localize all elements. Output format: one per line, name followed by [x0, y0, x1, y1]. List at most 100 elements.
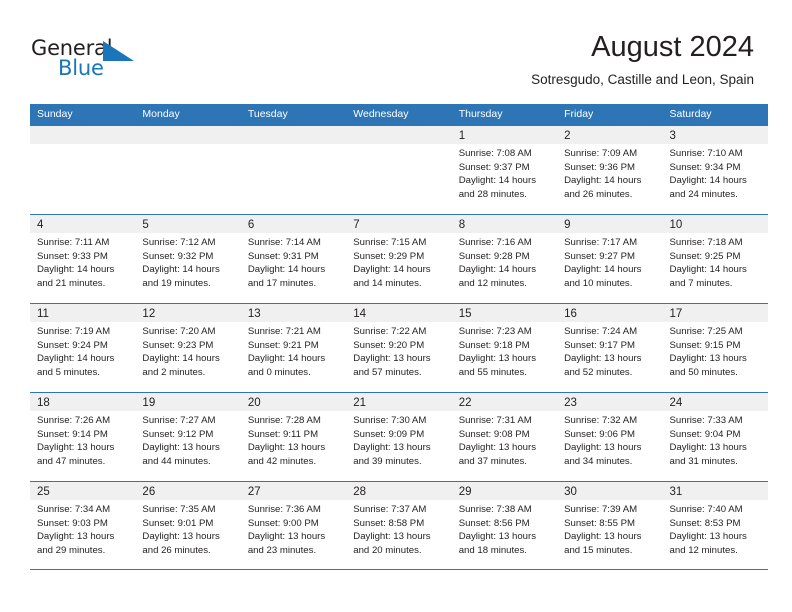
day-detail-line: and 52 minutes.	[564, 366, 633, 378]
day-detail-line: and 31 minutes.	[669, 455, 738, 467]
calendar-day-cell[interactable]: 13 Sunrise: 7:21 AM Sunset: 9:21 PM Dayligh…	[240, 304, 347, 392]
day-number-band	[346, 126, 452, 144]
calendar-day-cell[interactable]: 20 Sunrise: 7:28 AM Sunset: 9:11 PM Dayligh…	[240, 393, 347, 481]
calendar-day-cell[interactable]: 7 Sunrise: 7:15 AM Sunset: 9:29 PM Daylight…	[346, 215, 452, 303]
calendar-day-cell[interactable]: 8 Sunrise: 7:16 AM Sunset: 9:28 PM Daylight…	[451, 215, 558, 303]
calendar-day-cell[interactable]: 9 Sunrise: 7:17 AM Sunset: 9:27 PM Daylight…	[557, 215, 663, 303]
day-detail-line: Sunrise: 7:36 AM	[247, 504, 321, 515]
day-detail-line: Daylight: 14 hours	[142, 264, 220, 276]
calendar-day-cell[interactable]: 2 Sunrise: 7:09 AM Sunset: 9:36 PM Daylight…	[557, 126, 663, 214]
day-number: 11	[37, 308, 49, 320]
day-detail-line: Sunset: 9:36 PM	[564, 161, 636, 173]
day-detail-line: Daylight: 13 hours	[353, 531, 431, 543]
calendar-day-cell[interactable]: 24 Sunrise: 7:33 AM Sunset: 9:04 PM Dayligh…	[662, 393, 768, 481]
calendar-day-cell[interactable]: 23 Sunrise: 7:32 AM Sunset: 9:06 PM Dayligh…	[557, 393, 663, 481]
day-number-band: 27	[240, 482, 347, 500]
day-detail-line: Sunrise: 7:12 AM	[142, 237, 216, 248]
day-details: Sunrise: 7:20 AM Sunset: 9:23 PM Daylight:…	[135, 322, 240, 379]
day-details	[346, 144, 451, 147]
calendar-day-cell[interactable]: 29 Sunrise: 7:38 AM Sunset: 8:56 PM Dayligh…	[451, 482, 558, 569]
day-detail-line: Sunset: 9:33 PM	[37, 250, 108, 262]
calendar-day-cell[interactable]: 17 Sunrise: 7:25 AM Sunset: 9:15 PM Dayligh…	[662, 304, 768, 392]
day-number-band: 9	[557, 215, 663, 233]
day-detail-line: Sunrise: 7:10 AM	[669, 148, 743, 159]
calendar-week-row: 25 Sunrise: 7:34 AM Sunset: 9:03 PM Dayligh…	[30, 481, 768, 570]
calendar-day-cell[interactable]: 14 Sunrise: 7:22 AM Sunset: 9:20 PM Dayligh…	[346, 304, 452, 392]
day-number-band: 11	[30, 304, 136, 322]
day-number: 21	[353, 397, 367, 409]
calendar-day-cell[interactable]: 27 Sunrise: 7:36 AM Sunset: 9:00 PM Dayligh…	[240, 482, 347, 569]
day-number-band: 29	[451, 482, 558, 500]
calendar-day-cell[interactable]: 5 Sunrise: 7:12 AM Sunset: 9:32 PM Daylight…	[135, 215, 241, 303]
day-detail-line: and 28 minutes.	[458, 188, 527, 200]
day-details: Sunrise: 7:19 AM Sunset: 9:24 PM Daylight:…	[30, 322, 135, 379]
day-details: Sunrise: 7:23 AM Sunset: 9:18 PM Daylight:…	[452, 322, 557, 379]
day-detail-line: and 26 minutes.	[564, 188, 633, 200]
day-detail-line: Daylight: 14 hours	[669, 264, 747, 276]
day-detail-line: Sunrise: 7:24 AM	[564, 326, 638, 337]
calendar-day-cell[interactable]: 11 Sunrise: 7:19 AM Sunset: 9:24 PM Dayligh…	[30, 304, 136, 392]
day-details: Sunrise: 7:10 AM Sunset: 9:34 PM Daylight:…	[663, 144, 768, 201]
day-details: Sunrise: 7:17 AM Sunset: 9:27 PM Daylight:…	[557, 233, 662, 290]
day-number: 14	[353, 308, 367, 320]
calendar-day-cell[interactable]: 25 Sunrise: 7:34 AM Sunset: 9:03 PM Dayligh…	[30, 482, 136, 569]
brand-logo[interactable]: General Blue	[31, 36, 251, 84]
day-number: 8	[458, 219, 466, 231]
day-detail-line: and 47 minutes.	[37, 455, 106, 467]
calendar-day-cell[interactable]: 10 Sunrise: 7:18 AM Sunset: 9:25 PM Dayligh…	[662, 215, 768, 303]
calendar-day-cell[interactable]: 28 Sunrise: 7:37 AM Sunset: 8:58 PM Dayligh…	[346, 482, 452, 569]
day-detail-line: Sunrise: 7:14 AM	[247, 237, 321, 248]
day-detail-line: Daylight: 13 hours	[142, 531, 220, 543]
calendar-day-cell[interactable]: 30 Sunrise: 7:39 AM Sunset: 8:55 PM Dayligh…	[557, 482, 663, 569]
day-detail-line: Sunset: 9:00 PM	[247, 517, 319, 529]
day-number-band: 25	[30, 482, 136, 500]
day-number-band	[30, 126, 136, 144]
day-detail-line: Daylight: 13 hours	[142, 442, 220, 454]
day-detail-line: and 2 minutes.	[142, 366, 206, 378]
calendar-week-row: 1 Sunrise: 7:08 AM Sunset: 9:37 PM Daylight…	[30, 125, 768, 214]
day-details: Sunrise: 7:25 AM Sunset: 9:15 PM Daylight:…	[663, 322, 768, 379]
day-detail-line: Sunrise: 7:25 AM	[669, 326, 743, 337]
day-detail-line: and 21 minutes.	[37, 277, 106, 289]
day-details: Sunrise: 7:09 AM Sunset: 9:36 PM Daylight:…	[557, 144, 662, 201]
calendar-day-cell[interactable]: 19 Sunrise: 7:27 AM Sunset: 9:12 PM Dayligh…	[135, 393, 241, 481]
calendar-week-row: 4 Sunrise: 7:11 AM Sunset: 9:33 PM Daylight…	[30, 214, 768, 303]
day-details: Sunrise: 7:34 AM Sunset: 9:03 PM Daylight:…	[30, 500, 135, 557]
calendar-day-cell[interactable]: 21 Sunrise: 7:30 AM Sunset: 9:09 PM Dayligh…	[346, 393, 452, 481]
day-detail-line: Sunset: 9:24 PM	[37, 339, 108, 351]
calendar-day-cell[interactable]: 31 Sunrise: 7:40 AM Sunset: 8:53 PM Dayligh…	[662, 482, 768, 569]
day-detail-line: Sunrise: 7:40 AM	[669, 504, 743, 515]
calendar-day-cell[interactable]: 3 Sunrise: 7:10 AM Sunset: 9:34 PM Daylight…	[662, 126, 768, 214]
day-detail-line: Sunset: 9:15 PM	[669, 339, 741, 351]
day-details: Sunrise: 7:12 AM Sunset: 9:32 PM Daylight:…	[135, 233, 240, 290]
day-detail-line: Daylight: 13 hours	[247, 442, 326, 454]
weekday-header-tuesday: Tuesday	[247, 108, 288, 120]
day-detail-line: and 12 minutes.	[669, 544, 738, 556]
calendar-day-cell[interactable]: 18 Sunrise: 7:26 AM Sunset: 9:14 PM Dayligh…	[30, 393, 136, 481]
day-number: 1	[458, 130, 466, 142]
calendar-day-cell[interactable]: 15 Sunrise: 7:23 AM Sunset: 9:18 PM Dayligh…	[451, 304, 558, 392]
calendar-day-cell[interactable]: 12 Sunrise: 7:20 AM Sunset: 9:23 PM Dayligh…	[135, 304, 241, 392]
calendar-empty-cell	[346, 126, 452, 214]
day-details: Sunrise: 7:22 AM Sunset: 9:20 PM Daylight:…	[346, 322, 451, 379]
day-details	[135, 144, 240, 147]
day-detail-line: Daylight: 13 hours	[247, 531, 326, 543]
day-detail-line: Daylight: 14 hours	[458, 264, 537, 276]
day-detail-line: Sunset: 9:14 PM	[37, 428, 108, 440]
calendar-day-cell[interactable]: 1 Sunrise: 7:08 AM Sunset: 9:37 PM Daylight…	[451, 126, 558, 214]
day-number-band: 2	[557, 126, 663, 144]
calendar-grid: Sunday Monday Tuesday Wednesday Thursday Frid…	[30, 104, 768, 570]
day-detail-line: Sunrise: 7:32 AM	[564, 415, 638, 426]
triangle-flag-icon	[103, 41, 134, 61]
calendar-day-cell[interactable]: 16 Sunrise: 7:24 AM Sunset: 9:17 PM Dayligh…	[557, 304, 663, 392]
day-detail-line: Sunrise: 7:21 AM	[247, 326, 321, 337]
calendar-day-cell[interactable]: 4 Sunrise: 7:11 AM Sunset: 9:33 PM Daylight…	[30, 215, 136, 303]
day-number: 23	[564, 397, 577, 409]
day-detail-line: Sunset: 9:23 PM	[142, 339, 214, 351]
day-details: Sunrise: 7:27 AM Sunset: 9:12 PM Daylight:…	[135, 411, 240, 468]
day-detail-line: Sunset: 9:04 PM	[669, 428, 741, 440]
calendar-day-cell[interactable]: 22 Sunrise: 7:31 AM Sunset: 9:08 PM Dayligh…	[451, 393, 558, 481]
calendar-day-cell[interactable]: 26 Sunrise: 7:35 AM Sunset: 9:01 PM Dayligh…	[135, 482, 241, 569]
calendar-day-cell[interactable]: 6 Sunrise: 7:14 AM Sunset: 9:31 PM Daylight…	[240, 215, 347, 303]
day-detail-line: Daylight: 13 hours	[564, 442, 642, 454]
